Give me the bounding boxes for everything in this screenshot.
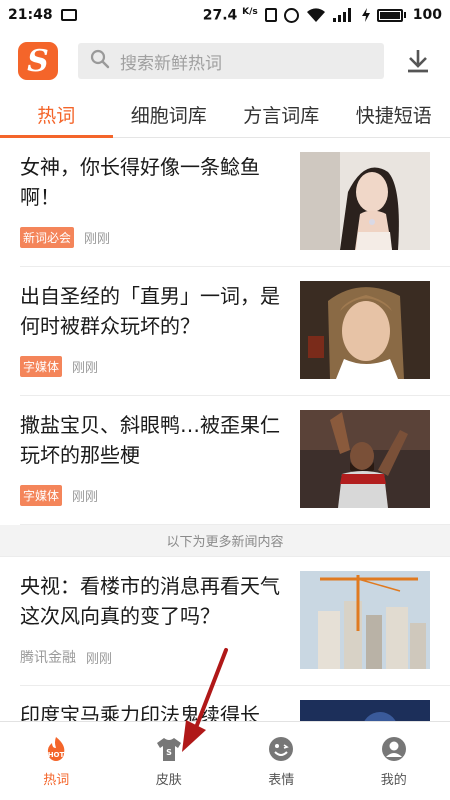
bottom-nav: HOT 热词 S 皮肤 表情 我的 [0,721,450,800]
more-news-divider: 以下为更多新闻内容 [0,525,450,557]
nav-skins[interactable]: S 皮肤 [113,722,226,800]
signal-icon [332,8,355,22]
charging-icon [361,8,370,22]
news-time: 刚刚 [84,232,111,247]
news-title: 撒盐宝贝、斜眼鸭…被歪果仁玩坏的那些梗 [20,413,280,467]
battery-icon [376,8,406,22]
app-header: S 搜索新鲜热词 [0,30,450,92]
news-title: 女神，你长得好像一条鲶鱼啊！ [20,155,260,209]
search-icon [90,49,110,73]
news-time: 刚刚 [72,490,99,505]
tab-cell-lexicon[interactable]: 细胞词库 [113,92,226,137]
network-speed: 27.4 K/s [203,7,258,24]
news-item[interactable]: 央视：看楼市的消息再看天气 这次风向真的变了吗？ 腾讯金融 刚刚 [20,557,450,686]
news-time: 刚刚 [86,651,113,667]
news-time: 刚刚 [72,361,99,376]
alarm-icon [283,7,299,23]
message-icon [60,9,77,21]
tshirt-icon: S [155,735,183,763]
news-thumbnail [300,410,430,508]
nav-profile[interactable]: 我的 [338,722,450,800]
news-tag: 字媒体 [20,485,63,506]
nav-emoji[interactable]: 表情 [225,722,338,800]
wifi-icon [306,7,326,23]
nav-hot-words[interactable]: HOT 热词 [0,722,113,800]
news-item[interactable]: 女神，你长得好像一条鲶鱼啊！ 新词必会 刚刚 [20,138,450,267]
news-text: 撒盐宝贝、斜眼鸭…被歪果仁玩坏的那些梗 字媒体 刚刚 [20,410,300,524]
network-speed-value: 27.4 [202,7,238,24]
news-thumbnail [300,152,430,250]
news-tag: 字媒体 [20,356,63,377]
news-meta: 腾讯金融 刚刚 [20,647,288,667]
news-meta: 字媒体 刚刚 [20,356,288,377]
nav-label: 表情 [268,772,295,788]
battery-level: 100 [412,7,442,23]
news-thumbnail [300,571,430,669]
vibrate-icon [264,8,277,22]
status-right: 27.4 K/s 100 [203,7,442,24]
news-tag: 新词必会 [20,227,75,248]
category-tabs: 热词 细胞词库 方言词库 快捷短语 [0,92,450,138]
tab-hot-words[interactable]: 热词 [0,92,113,138]
status-time: 21:48 [8,7,53,23]
nav-label: 热词 [43,772,70,788]
news-item[interactable]: 撒盐宝贝、斜眼鸭…被歪果仁玩坏的那些梗 字媒体 刚刚 [20,396,450,525]
network-speed-unit: K/s [242,6,258,17]
news-text: 出自圣经的「直男」一词，是何时被群众玩坏的？ 字媒体 刚刚 [20,281,300,395]
news-title: 出自圣经的「直男」一词，是何时被群众玩坏的？ [20,284,280,338]
sogou-logo[interactable]: S [18,42,58,80]
news-meta: 字媒体 刚刚 [20,485,288,506]
news-thumbnail [300,281,430,379]
news-list: 女神，你长得好像一条鲶鱼啊！ 新词必会 刚刚 出自圣经的「直男」一词，是何时被群… [0,138,450,800]
search-placeholder: 搜索新鲜热词 [120,53,222,74]
nav-label: 我的 [380,772,407,788]
hot-icon: HOT [42,735,70,763]
news-title: 央视：看楼市的消息再看天气 这次风向真的变了吗？ [20,574,280,628]
news-text: 女神，你长得好像一条鲶鱼啊！ 新词必会 刚刚 [20,152,300,266]
download-icon[interactable] [404,49,432,73]
status-bar: 21:48 27.4 K/s 100 [0,0,450,30]
tab-quick-phrases[interactable]: 快捷短语 [338,92,450,137]
news-source: 腾讯金融 [20,650,76,666]
search-input[interactable]: 搜索新鲜热词 [78,43,384,79]
svg-text:S: S [166,748,172,757]
tab-dialect-lexicon[interactable]: 方言词库 [225,92,338,137]
emoji-icon [267,735,295,763]
profile-icon [380,735,408,763]
news-meta: 新词必会 刚刚 [20,227,288,248]
svg-text:HOT: HOT [48,751,65,759]
news-text: 央视：看楼市的消息再看天气 这次风向真的变了吗？ 腾讯金融 刚刚 [20,571,300,685]
nav-label: 皮肤 [155,772,182,788]
news-item[interactable]: 出自圣经的「直男」一词，是何时被群众玩坏的？ 字媒体 刚刚 [20,267,450,396]
